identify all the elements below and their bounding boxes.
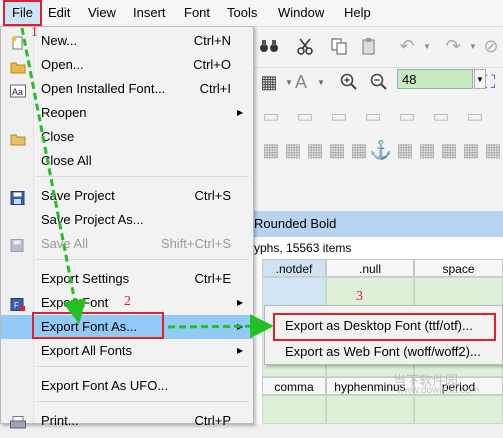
arrow-step-1-to-2 xyxy=(20,27,87,324)
arrow-step-2-to-3 xyxy=(167,314,274,339)
annotation-arrows xyxy=(20,27,274,339)
